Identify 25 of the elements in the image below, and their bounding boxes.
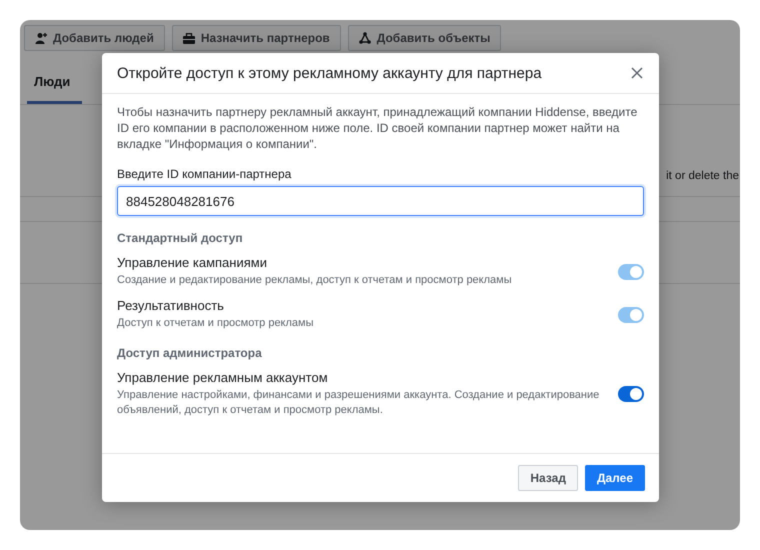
permission-description: Управление настройками, финансами и разрешениями аккаунта. Создание и редактирование объявлений, доступ к отчетам и просмотр рекламы. xyxy=(117,388,600,418)
input-field[interactable]: 884528048281676 xyxy=(117,186,644,216)
field-label: Введите ID компании-партнера xyxy=(117,167,292,181)
permission-description: Доступ к отчетам и просмотр рекламы xyxy=(117,316,315,331)
permission-description: Создание и редактирование рекламы, доступ к отчетам и просмотр рекламы xyxy=(117,273,513,288)
permission-name: Управление рекламным аккаунтом xyxy=(117,370,329,385)
permission-name: Результативность xyxy=(117,298,225,313)
nodes-icon xyxy=(358,32,371,44)
close-button[interactable] xyxy=(629,65,645,81)
toolbar-button[interactable]: Добавить объекты xyxy=(348,25,502,51)
section-heading: Доступ администратора xyxy=(117,346,263,360)
section-heading: Стандартный доступ xyxy=(117,231,244,245)
person-add-icon xyxy=(35,32,47,44)
toolbar-button[interactable]: Добавить людей xyxy=(24,25,165,51)
dialog-title: Откройте доступ к этому рекламному аккаунту для партнера xyxy=(117,64,542,82)
permission-name: Управление кампаниями xyxy=(117,255,268,270)
toggle-switch[interactable] xyxy=(618,386,644,402)
intro-text: Чтобы назначить партнеру рекламный аккаунт, принадлежащий компании Hiddense, введите ID его компании в расположенном ниже поле. ID своей компании партнер может найти на вкладке "Информация о компании". xyxy=(117,104,638,152)
back-button[interactable]: Назад xyxy=(518,465,578,491)
background-text: it or delete the xyxy=(666,170,739,182)
toolbar-button[interactable]: Назначить партнеров xyxy=(172,25,341,51)
tab[interactable]: Люди xyxy=(27,62,82,104)
briefcase-icon xyxy=(182,32,195,44)
close-icon xyxy=(631,67,643,79)
next-button[interactable]: Далее xyxy=(584,465,645,491)
